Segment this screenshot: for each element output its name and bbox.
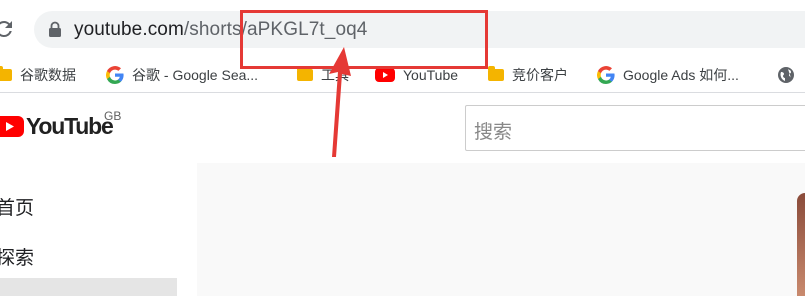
shorts-content-area <box>197 163 805 296</box>
region-code: GB <box>104 109 122 123</box>
youtube-header: YouTube GB 搜索 <box>0 93 805 163</box>
bookmark-label: 竞价客户 <box>512 67 568 83</box>
annotation-arrow-icon <box>329 47 351 157</box>
folder-icon <box>488 66 504 81</box>
bookmark-item[interactable]: 谷歌 - Google Sea... <box>106 58 258 92</box>
search-input[interactable]: 搜索 <box>465 105 805 151</box>
bookmark-item[interactable]: 谷歌数据 <box>0 58 76 92</box>
folder-icon <box>297 66 313 81</box>
search-placeholder: 搜索 <box>474 122 513 143</box>
youtube-logo-icon <box>0 116 24 137</box>
url-host: youtube.com <box>74 19 184 40</box>
bookmark-item[interactable]: Google Ads 如何... <box>597 58 739 92</box>
youtube-logo-text: YouTube <box>26 113 114 139</box>
youtube-icon <box>375 68 395 82</box>
bookmark-label: 谷歌数据 <box>20 67 76 83</box>
google-g-icon <box>106 66 124 84</box>
youtube-logo[interactable]: YouTube <box>0 113 114 140</box>
sidebar-item-home[interactable]: 首页 <box>0 193 34 220</box>
bookmark-label: YouTube <box>403 67 459 83</box>
lock-icon[interactable] <box>48 21 62 38</box>
globe-icon <box>778 67 794 83</box>
reload-icon[interactable] <box>0 17 16 41</box>
google-g-icon <box>597 66 615 84</box>
annotation-highlight-box <box>240 10 488 69</box>
bookmark-item[interactable]: 竞价客户 <box>488 58 568 92</box>
sidebar: 首页 探索 <box>0 163 177 296</box>
bookmark-label: Google Ads 如何... <box>623 67 739 83</box>
sidebar-item-explore[interactable]: 探索 <box>0 243 34 270</box>
video-thumbnail[interactable] <box>797 193 805 296</box>
bookmark-item[interactable] <box>777 58 795 92</box>
folder-icon <box>0 66 12 81</box>
sidebar-item-selected[interactable] <box>0 278 177 296</box>
